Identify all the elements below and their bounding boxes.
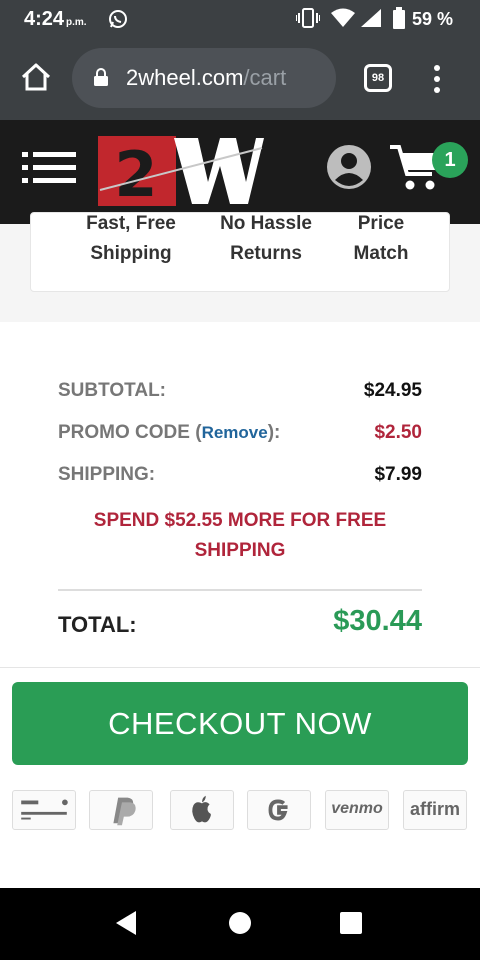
divider: [58, 589, 422, 591]
features-card: Fast, Free Shipping No Hassle Returns Pr…: [30, 212, 450, 292]
vibrate-icon: [296, 8, 320, 28]
url-host: 2wheel.com: [126, 65, 244, 90]
paypal-payment-icon[interactable]: [89, 790, 153, 830]
account-icon[interactable]: [326, 144, 372, 190]
feature-price-match: Price Match: [331, 213, 431, 269]
promo-label: PROMO CODE (Remove):: [58, 422, 280, 444]
affirm-label: affirm: [409, 799, 460, 819]
total-value: $30.44: [333, 605, 422, 637]
venmo-label: venmo: [331, 800, 383, 817]
wifi-icon: [331, 8, 355, 27]
remove-promo-link[interactable]: Remove: [202, 423, 268, 442]
features-band: Fast, Free Shipping No Hassle Returns Pr…: [0, 212, 480, 322]
url-text: 2wheel.com/cart: [126, 65, 326, 91]
promo-row: PROMO CODE (Remove): $2.50: [58, 422, 422, 452]
address-bar[interactable]: 2wheel.com/cart: [72, 48, 336, 108]
feature-returns: No Hassle Returns: [201, 213, 331, 269]
subtotal-value: $24.95: [363, 380, 422, 401]
feature-line: Price: [357, 213, 405, 234]
paypal-icon: [113, 797, 136, 826]
whatsapp-icon: [109, 10, 127, 28]
divider: [0, 667, 480, 668]
status-ampm: p.m.: [66, 17, 87, 28]
lock-icon: [94, 68, 108, 86]
tab-switcher-button[interactable]: 98: [364, 64, 392, 92]
card-payment-icon[interactable]: [12, 790, 76, 830]
free-shipping-message: SPEND $52.55 MORE FOR FREE SHIPPING: [93, 510, 387, 561]
promo-label-suffix: ):: [267, 422, 281, 443]
google-pay-icon[interactable]: [247, 790, 311, 830]
url-path: /cart: [243, 65, 287, 90]
venmo-payment-icon[interactable]: venmo: [325, 790, 389, 830]
system-nav-bar: [0, 888, 480, 960]
logo-digit: 2: [114, 138, 157, 208]
logo-graphic: 2: [98, 136, 264, 211]
cart-count-badge: 1: [432, 142, 468, 178]
site-logo[interactable]: 2: [96, 134, 266, 211]
recent-apps-icon[interactable]: [340, 912, 362, 934]
cart-page: Fast, Free Shipping No Hassle Returns Pr…: [0, 212, 480, 888]
feature-shipping: Fast, Free Shipping: [71, 213, 191, 269]
shipping-value: $7.99: [374, 464, 422, 485]
feature-line: Shipping: [90, 243, 172, 264]
apple-icon: [192, 795, 211, 823]
apple-pay-icon[interactable]: [170, 790, 234, 830]
shipping-label: SHIPPING:: [58, 464, 156, 485]
feature-line: Match: [353, 243, 409, 264]
subtotal-label: SUBTOTAL:: [58, 380, 167, 401]
status-time: 4:24 p.m.: [24, 8, 87, 31]
menu-icon[interactable]: [22, 152, 76, 184]
credit-card-icon: [21, 799, 68, 820]
affirm-payment-icon[interactable]: affirm: [403, 790, 467, 830]
site-header: 2 1: [0, 120, 480, 224]
feature-line: Returns: [230, 243, 302, 264]
feature-line: Fast, Free: [86, 213, 176, 234]
home-button-icon[interactable]: [229, 912, 251, 934]
more-options-icon[interactable]: [432, 64, 442, 94]
battery-percent: 59 %: [412, 9, 454, 29]
google-icon: [268, 799, 288, 821]
browser-toolbar: 2wheel.com/cart 98: [0, 38, 480, 120]
checkout-button[interactable]: CHECKOUT NOW: [12, 682, 468, 765]
total-label: TOTAL:: [58, 612, 137, 637]
shipping-row: SHIPPING: $7.99: [58, 464, 422, 494]
signal-icon: [361, 9, 381, 27]
status-time-value: 4:24: [24, 8, 65, 30]
back-icon[interactable]: [114, 910, 138, 936]
status-bar: 4:24 p.m. 59 %: [0, 0, 480, 38]
feature-line: No Hassle: [220, 213, 312, 234]
promo-value: $2.50: [374, 422, 422, 443]
subtotal-row: SUBTOTAL: $24.95: [58, 380, 422, 410]
home-icon[interactable]: [20, 62, 52, 92]
battery-icon: [393, 7, 405, 29]
promo-label-prefix: PROMO CODE (: [58, 422, 202, 443]
